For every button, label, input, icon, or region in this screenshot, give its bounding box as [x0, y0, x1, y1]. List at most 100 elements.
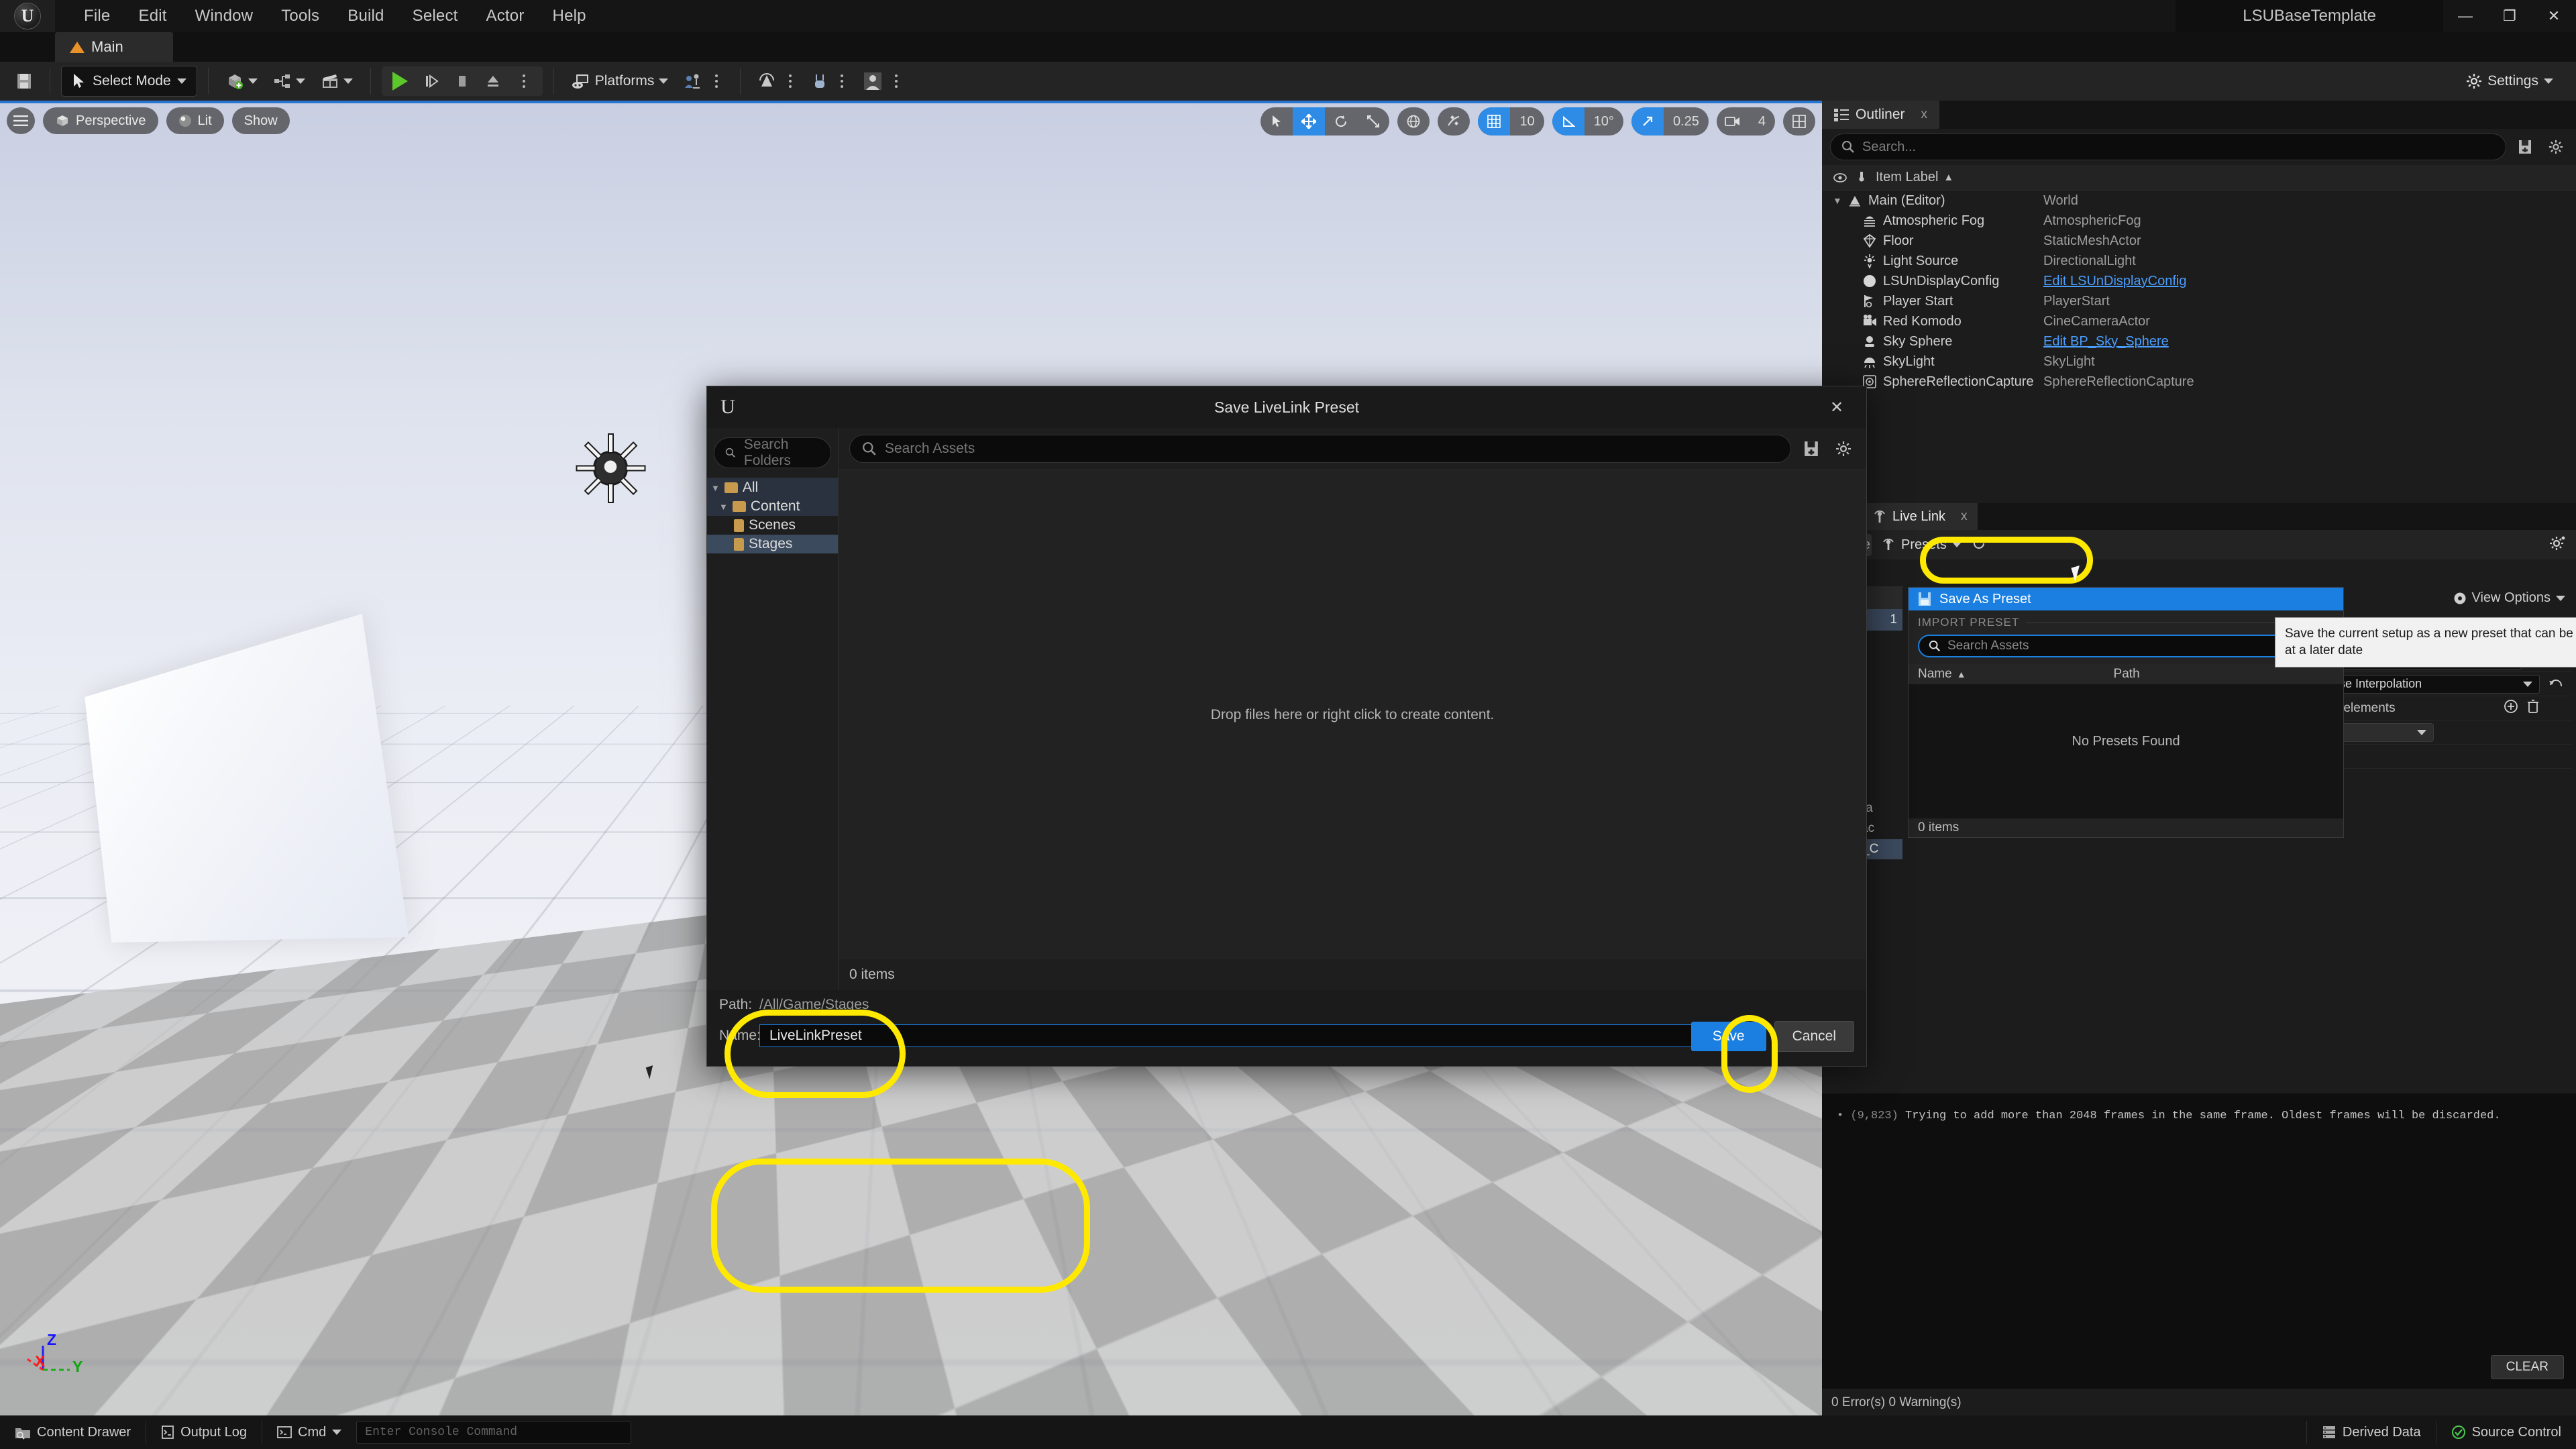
minimize-button[interactable]: — [2443, 0, 2487, 32]
viewport-show-dropdown[interactable]: Show [231, 107, 290, 134]
eject-button[interactable] [478, 68, 508, 95]
angle-snap-value[interactable]: 10° [1585, 107, 1623, 136]
outliner-save-icon[interactable] [2513, 135, 2537, 159]
vp-scouting-button[interactable] [806, 66, 855, 96]
coordinate-space-toggle[interactable] [1397, 107, 1430, 136]
preset-col-name[interactable]: Name [1918, 667, 1952, 682]
table-row[interactable]: Floor StaticMeshActor [1822, 231, 2576, 251]
content-drawer-button[interactable]: Content Drawer [0, 1415, 146, 1449]
scale-snap-toggle[interactable] [1631, 107, 1664, 136]
save-level-button[interactable] [9, 66, 39, 96]
multiuser-button[interactable] [678, 66, 729, 96]
pin-column-icon[interactable] [1851, 171, 1872, 184]
viewport-layout-button[interactable] [1783, 107, 1815, 136]
maximize-button[interactable]: ❐ [2487, 0, 2532, 32]
menu-window[interactable]: Window [181, 3, 268, 30]
row-type-link[interactable]: Edit BP_Sky_Sphere [2043, 334, 2169, 350]
user-avatar-button[interactable] [857, 66, 909, 96]
table-row[interactable]: Light Source DirectionalLight [1822, 251, 2576, 271]
unreal-logo-button[interactable]: U [0, 0, 55, 32]
asset-grid-empty[interactable]: Drop files here or right click to create… [839, 470, 1866, 959]
row-type-link[interactable]: Edit LSUnDisplayConfig [2043, 274, 2186, 289]
viewport-viewmode-dropdown[interactable]: Lit [166, 107, 224, 134]
preset-search-input[interactable]: Search Assets [1918, 635, 2334, 657]
asset-save-search-icon[interactable] [1799, 437, 1823, 461]
angle-snap-toggle[interactable] [1552, 107, 1585, 136]
tree-item-scenes[interactable]: Scenes [707, 516, 838, 535]
viewport-options-menu[interactable] [7, 107, 35, 134]
outliner-tab-close[interactable]: x [1921, 107, 1928, 122]
grid-snap-toggle[interactable] [1478, 107, 1511, 136]
scale-snap-value[interactable]: 0.25 [1664, 107, 1709, 136]
console-command-input[interactable]: Enter Console Command [356, 1421, 632, 1444]
viewport-perspective-dropdown[interactable]: Perspective [43, 107, 158, 134]
presets-dropdown-button[interactable]: Presets [1881, 537, 1962, 553]
menu-actor[interactable]: Actor [472, 3, 539, 30]
array-add-button-2[interactable] [2504, 699, 2518, 717]
play-button[interactable] [386, 68, 415, 95]
column-item-label[interactable]: Item Label [1876, 170, 1938, 185]
menu-help[interactable]: Help [539, 3, 600, 30]
output-log-panel[interactable]: • (9,823) Trying to add more than 2048 f… [1822, 1093, 2576, 1389]
level-tab-main[interactable]: Main [55, 32, 173, 62]
blueprints-button[interactable] [267, 66, 312, 96]
tab-livelink[interactable]: Live Link x [1862, 503, 1978, 530]
close-button[interactable]: ✕ [2532, 0, 2576, 32]
asset-search-input[interactable]: Search Assets [849, 435, 1791, 463]
add-actor-button[interactable] [219, 66, 264, 96]
trash-icon-2[interactable] [2526, 699, 2540, 717]
folder-search-input[interactable]: Search Folders [714, 437, 831, 468]
scale-tool-button[interactable] [1357, 107, 1389, 136]
preset-name-input[interactable]: LiveLinkPreset [759, 1024, 1720, 1047]
clear-log-button[interactable]: CLEAR [2490, 1355, 2564, 1379]
table-row[interactable]: LSUnDisplayConfig Edit LSUnDisplayConfig [1822, 271, 2576, 291]
preset-col-path[interactable]: Path [2114, 667, 2140, 682]
menu-select[interactable]: Select [398, 3, 472, 30]
table-row[interactable]: Player Start PlayerStart [1822, 291, 2576, 311]
outliner-search-input[interactable]: Search... [1830, 133, 2506, 160]
cmd-dropdown[interactable]: Cmd [262, 1415, 356, 1449]
view-options-button[interactable]: View Options [2453, 590, 2565, 606]
platforms-button[interactable]: Platforms [565, 66, 676, 96]
table-row[interactable]: SkyLight SkyLight [1822, 352, 2576, 372]
select-tool-button[interactable] [1260, 107, 1293, 136]
stop-button[interactable] [447, 68, 477, 95]
output-log-button[interactable]: Output Log [146, 1415, 262, 1449]
world-space-button[interactable] [1397, 107, 1430, 136]
menu-tools[interactable]: Tools [267, 3, 333, 30]
source-control-button[interactable]: Source Control [2436, 1415, 2576, 1449]
tab-outliner[interactable]: Outliner x [1822, 101, 1940, 129]
directional-light-actor[interactable] [576, 433, 646, 503]
select-mode-dropdown[interactable]: Select Mode [61, 66, 197, 97]
tree-item-content[interactable]: ▼ Content [707, 497, 838, 516]
camera-speed-value[interactable]: 4 [1749, 107, 1775, 136]
table-row[interactable]: SphereReflectionCapture SphereReflection… [1822, 372, 2576, 392]
derived-data-button[interactable]: Derived Data [2307, 1415, 2436, 1449]
dialog-close-button[interactable]: ✕ [1821, 386, 1853, 428]
tree-item-stages[interactable]: Stages [707, 535, 838, 553]
surface-snap-toggle[interactable] [1438, 107, 1470, 136]
dialog-cancel-button[interactable]: Cancel [1774, 1021, 1854, 1052]
cinematics-button[interactable] [315, 66, 360, 96]
rotate-tool-button[interactable] [1325, 107, 1357, 136]
grid-snap-value[interactable]: 10 [1510, 107, 1544, 136]
dialog-save-button[interactable]: Save [1690, 1022, 1766, 1051]
surface-snap-button[interactable] [1438, 107, 1470, 136]
menu-edit[interactable]: Edit [124, 3, 180, 30]
revert-icon-3[interactable] [2548, 676, 2572, 692]
livelink-refresh-button[interactable] [1971, 535, 1987, 555]
tree-expander-all[interactable]: ▼ [711, 483, 720, 493]
table-row[interactable]: Red Komodo CineCameraActor [1822, 311, 2576, 331]
table-row[interactable]: Sky Sphere Edit BP_Sky_Sphere [1822, 331, 2576, 352]
menu-file[interactable]: File [70, 3, 124, 30]
camera-speed-button[interactable] [1717, 107, 1749, 136]
visibility-column-icon[interactable] [1829, 172, 1851, 182]
tree-item-all[interactable]: ▼ All [707, 478, 838, 497]
play-options-button[interactable] [509, 68, 539, 95]
tree-expander-content[interactable]: ▼ [719, 502, 728, 512]
livelink-tab-close[interactable]: x [1961, 509, 1968, 524]
table-row[interactable]: ▼ Main (Editor) World [1822, 191, 2576, 211]
save-as-preset-menu-item[interactable]: Save As Preset [1909, 588, 2343, 610]
outliner-settings-icon[interactable] [2544, 135, 2568, 159]
menu-build[interactable]: Build [333, 3, 398, 30]
